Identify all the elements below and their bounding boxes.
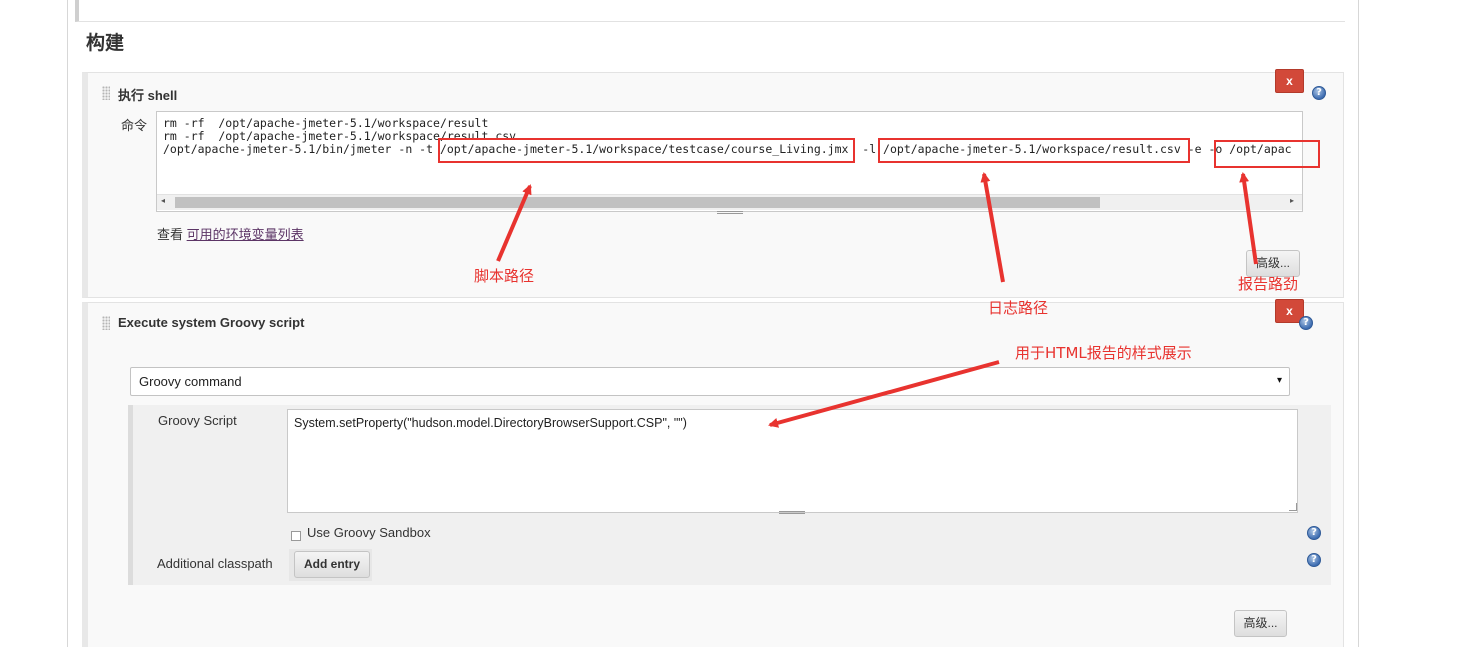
help-icon[interactable]: ? — [1307, 553, 1321, 567]
previous-section-block — [75, 0, 1345, 22]
command-label: 命令 — [121, 118, 148, 133]
groovy-script-value: System.setProperty("hudson.model.Directo… — [294, 416, 687, 430]
help-icon[interactable]: ? — [1299, 316, 1313, 330]
env-vars-link[interactable]: 可用的环境变量列表 — [187, 227, 304, 242]
textarea-resize-handle-icon[interactable] — [779, 511, 805, 514]
annotation-log-path: 日志路径 — [988, 299, 1049, 317]
groovy-type-select[interactable] — [130, 367, 1290, 396]
script-path-highlight-box — [438, 138, 855, 163]
scrollbar-thumb[interactable] — [175, 197, 1100, 208]
report-path-highlight-box — [1214, 140, 1320, 168]
additional-classpath-label: Additional classpath — [157, 556, 273, 571]
resize-corner-icon[interactable] — [1289, 503, 1297, 511]
shell-step-title: 执行 shell — [118, 88, 178, 103]
scroll-right-icon[interactable]: ▸ — [1290, 196, 1294, 205]
env-vars-hint: 查看 可用的环境变量列表 — [157, 224, 304, 243]
groovy-script-label: Groovy Script — [158, 413, 237, 428]
section-title: 构建 — [86, 33, 125, 54]
help-icon[interactable]: ? — [1307, 526, 1321, 540]
help-icon[interactable]: ? — [1312, 86, 1326, 100]
use-groovy-sandbox-label: Use Groovy Sandbox — [307, 525, 431, 540]
annotation-html-style: 用于HTML报告的样式展示 — [1015, 344, 1192, 362]
log-path-highlight-box — [878, 138, 1190, 163]
chevron-down-icon: ▾ — [1277, 375, 1283, 386]
scroll-left-icon[interactable]: ◂ — [161, 196, 165, 205]
groovy-advanced-button[interactable]: 高级... — [1234, 610, 1287, 637]
add-entry-button[interactable]: Add entry — [294, 551, 370, 578]
annotation-script-path: 脚本路径 — [474, 267, 535, 285]
use-groovy-sandbox-checkbox[interactable] — [291, 531, 301, 541]
env-vars-prefix: 查看 — [157, 227, 187, 242]
groovy-step-title: Execute system Groovy script — [118, 315, 305, 330]
drag-handle-icon[interactable] — [102, 316, 110, 330]
drag-handle-icon[interactable] — [102, 86, 110, 100]
textarea-resize-handle-icon[interactable] — [717, 211, 743, 214]
groovy-type-select-value: Groovy command — [139, 374, 242, 389]
annotation-report-path: 报告路劲 — [1238, 275, 1299, 293]
delete-shell-step-button[interactable]: x — [1275, 69, 1304, 93]
